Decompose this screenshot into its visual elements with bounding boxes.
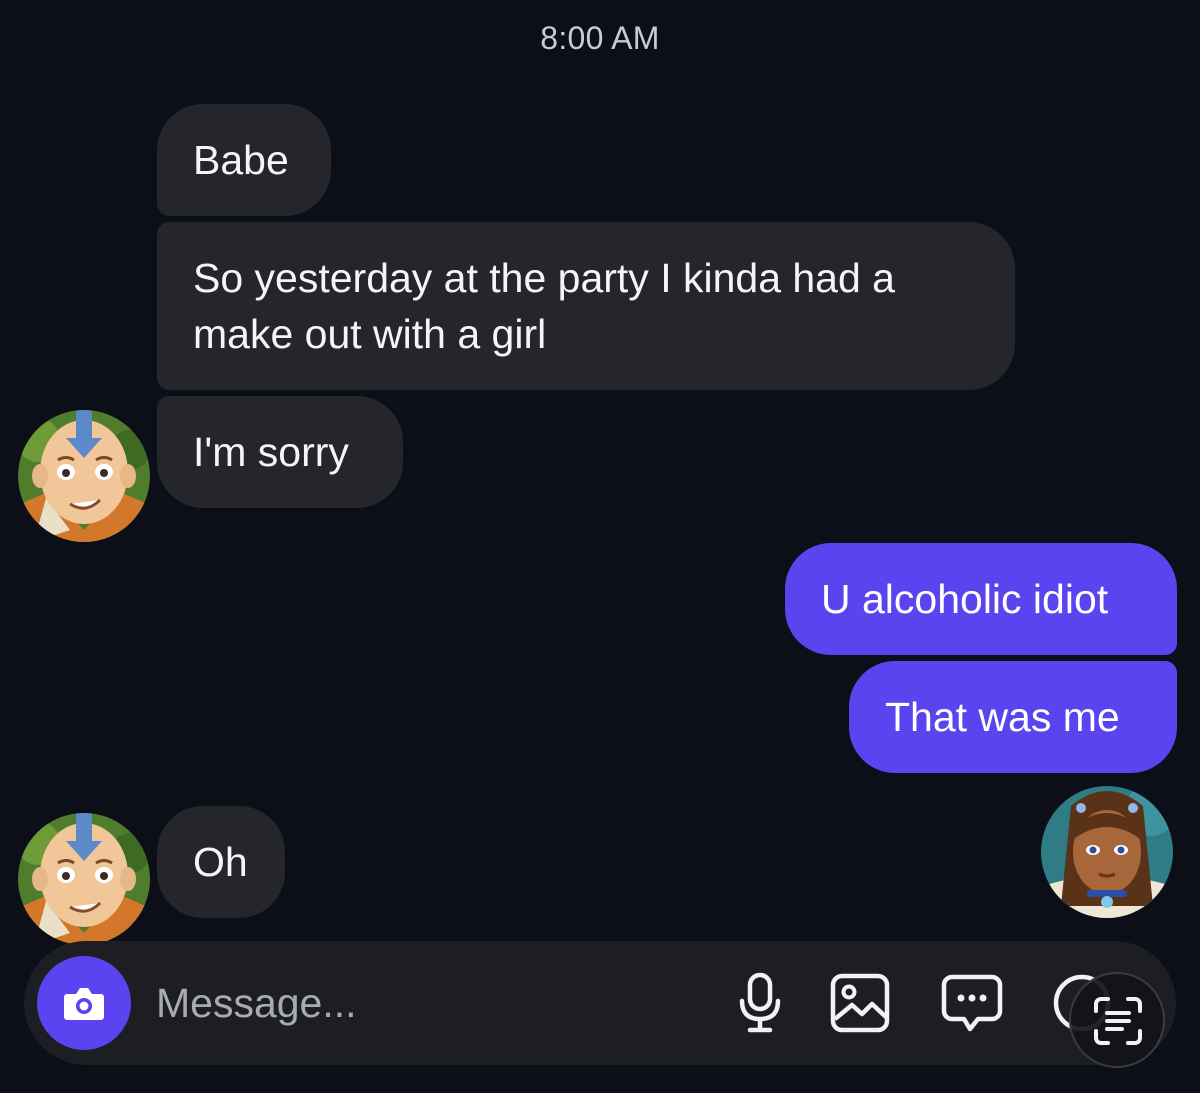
- scan-text-button[interactable]: [1069, 972, 1165, 1068]
- message-text: Oh: [193, 839, 248, 885]
- camera-button[interactable]: [37, 956, 131, 1050]
- message-text: I'm sorry: [193, 429, 349, 475]
- my-avatar[interactable]: [1041, 786, 1173, 918]
- contact-avatar[interactable]: [18, 410, 150, 542]
- microphone-icon[interactable]: [728, 971, 792, 1035]
- message-input[interactable]: [156, 975, 696, 1031]
- received-message-bubble[interactable]: I'm sorry: [157, 396, 403, 508]
- message-text: So yesterday at the party I kinda had a …: [193, 255, 895, 357]
- gallery-icon[interactable]: [828, 971, 892, 1035]
- message-text: Babe: [193, 137, 289, 183]
- received-message-bubble[interactable]: Oh: [157, 806, 285, 918]
- received-message-bubble[interactable]: So yesterday at the party I kinda had a …: [157, 222, 1015, 390]
- sticker-icon[interactable]: [940, 971, 1004, 1035]
- contact-avatar[interactable]: [18, 813, 150, 945]
- sent-message-bubble[interactable]: U alcoholic idiot: [785, 543, 1177, 655]
- received-message-bubble[interactable]: Babe: [157, 104, 331, 216]
- message-timestamp: 8:00 AM: [540, 20, 660, 56]
- camera-icon: [64, 988, 104, 1020]
- sent-message-bubble[interactable]: That was me: [849, 661, 1177, 773]
- message-composer: [24, 941, 1176, 1065]
- message-text: That was me: [885, 694, 1120, 740]
- scan-text-icon: [1094, 997, 1142, 1045]
- message-text: U alcoholic idiot: [821, 576, 1109, 622]
